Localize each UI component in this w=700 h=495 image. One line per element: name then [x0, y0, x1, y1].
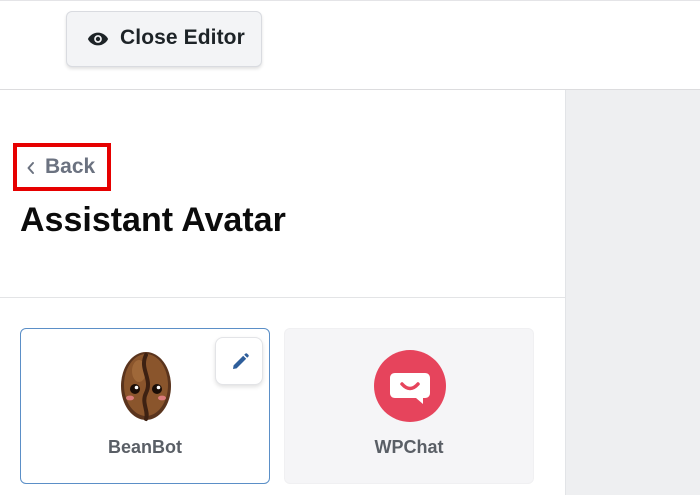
- chevron-left-icon: [27, 162, 34, 174]
- avatar-card-wpchat[interactable]: WPChat: [284, 328, 534, 484]
- back-label: Back: [45, 155, 96, 178]
- edit-avatar-button[interactable]: [215, 337, 263, 385]
- close-editor-label: Close Editor: [120, 26, 245, 49]
- back-link[interactable]: Back: [13, 143, 111, 191]
- avatar-card-beanbot[interactable]: BeanBot: [20, 328, 270, 484]
- chat-bubble-avatar: [374, 350, 446, 422]
- top-toolbar: Close Editor: [0, 0, 700, 90]
- page-title: Assistant Avatar: [20, 201, 286, 239]
- coffee-bean-avatar: [121, 352, 171, 421]
- divider: [0, 297, 565, 298]
- close-editor-button[interactable]: Close Editor: [66, 11, 262, 67]
- preview-area: [565, 90, 700, 495]
- pencil-icon: [233, 353, 249, 369]
- avatar-name-beanbot: BeanBot: [107, 437, 182, 457]
- avatar-name-wpchat: WPChat: [374, 437, 444, 457]
- eye-icon: [87, 32, 109, 46]
- settings-panel: Back Assistant Avatar BeanBot WPChat: [0, 90, 565, 495]
